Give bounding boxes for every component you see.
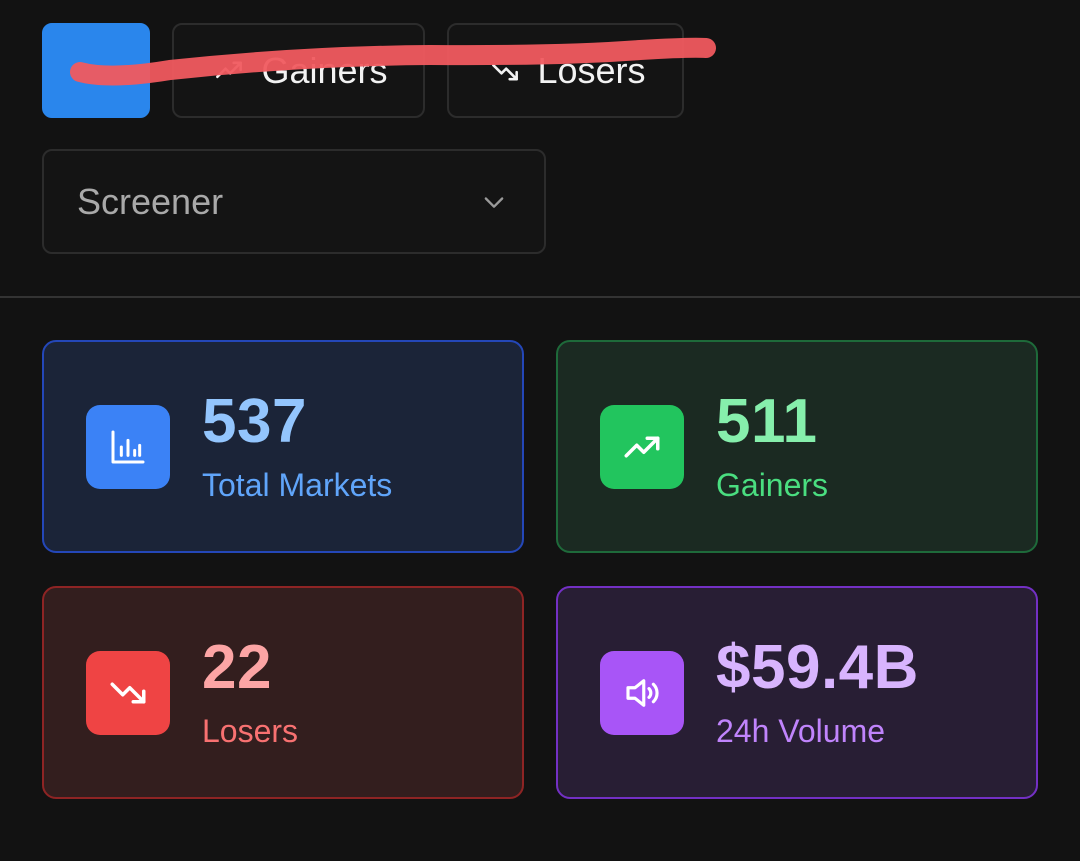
total-markets-value: 537 [202,386,307,456]
gainers-card: 511 Gainers [556,340,1038,553]
trending-up-icon [216,61,243,78]
markets-dashboard: Gainers Losers Screener 537 Total Market… [0,0,1080,861]
section-divider [0,296,1080,298]
all-filter-button[interactable] [42,23,150,118]
volume-value: $59.4B [716,632,919,702]
gainers-filter-button[interactable]: Gainers [172,23,425,118]
gainers-value: 511 [716,386,818,456]
trending-up-icon [600,404,684,489]
trending-down-icon [492,63,519,80]
losers-card: 22 Losers [42,586,524,799]
volume-icon [600,650,684,735]
screener-select[interactable]: Screener [42,149,546,254]
gainers-label: Gainers [716,466,829,503]
gainers-filter-label: Gainers [261,49,388,91]
chevron-down-icon [484,196,504,208]
volume-label: 24h Volume [716,712,886,749]
trending-down-icon [86,650,170,735]
losers-label: Losers [202,712,299,749]
volume-card: $59.4B 24h Volume [556,586,1038,799]
losers-value: 22 [202,632,272,702]
losers-filter-button[interactable]: Losers [447,23,684,118]
total-markets-label: Total Markets [202,466,393,503]
total-markets-card: 537 Total Markets [42,340,524,553]
losers-filter-label: Losers [537,49,646,91]
bar-chart-icon [86,404,170,489]
screener-select-value: Screener [77,180,224,222]
